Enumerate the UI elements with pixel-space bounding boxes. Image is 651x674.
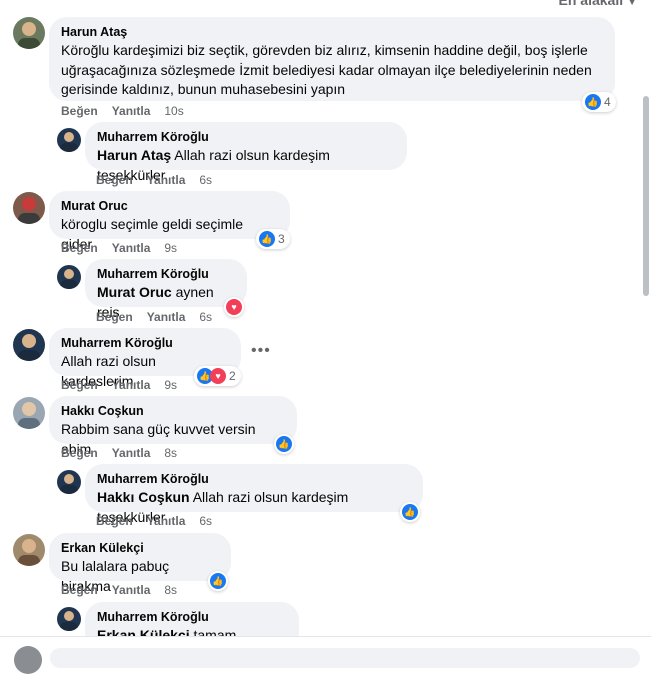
reply-bubble: Muharrem Köroğlu Harun Ataş Allah razi o… xyxy=(85,122,407,183)
like-button[interactable]: Beğen xyxy=(96,310,133,324)
comment-actions: Beğen Yanıtla 6s xyxy=(96,514,226,528)
person-icon xyxy=(60,132,78,152)
comment-author[interactable]: Erkan Külekçi xyxy=(61,541,219,555)
person-icon xyxy=(18,197,40,224)
timestamp[interactable]: 8s xyxy=(164,583,177,597)
comment-bubble: Harun Ataş Köroğlu kardeşimizi biz seçti… xyxy=(49,17,615,101)
love-reaction-icon: ♥ xyxy=(210,368,226,384)
comment-text: Köroğlu kardeşimizi biz seçtik, görevden… xyxy=(61,42,592,97)
reply-button[interactable]: Yanıtla xyxy=(112,241,151,255)
reaction-summary[interactable]: 👍 ♥ 2 xyxy=(194,366,241,386)
comment-author[interactable]: Muharrem Köroğlu xyxy=(97,130,395,144)
like-reaction-icon: 👍 xyxy=(259,231,275,247)
reply-bubble: Muharrem Köroğlu Murat Oruc aynen reis xyxy=(85,259,247,320)
mention-link[interactable]: Murat Oruc xyxy=(97,284,172,300)
comment-author[interactable]: Muharrem Köroğlu xyxy=(61,336,229,350)
comment-actions: Beğen Yanıtla 6s xyxy=(96,173,226,187)
timestamp[interactable]: 8s xyxy=(164,446,177,460)
reaction-count: 4 xyxy=(604,95,611,109)
comment-actions: Beğen Yanıtla 8s xyxy=(61,583,191,597)
like-reaction-icon: 👍 xyxy=(276,436,292,452)
reaction-summary[interactable]: 👍 3 xyxy=(256,229,290,249)
reply-button[interactable]: Yanıtla xyxy=(112,378,151,392)
mention-link[interactable]: Harun Ataş xyxy=(97,147,171,163)
reply-button[interactable]: Yanıtla xyxy=(147,514,186,528)
like-reaction-icon: 👍 xyxy=(585,94,601,110)
reply-button[interactable]: Yanıtla xyxy=(147,310,186,324)
avatar[interactable] xyxy=(13,534,45,566)
comment-bubble: Hakkı Coşkun Rabbim sana güç kuvvet vers… xyxy=(49,396,297,457)
timestamp[interactable]: 6s xyxy=(199,514,212,528)
like-button[interactable]: Beğen xyxy=(61,241,98,255)
sort-dropdown[interactable]: En alakalı ▼ xyxy=(559,0,638,8)
like-button[interactable]: Beğen xyxy=(61,583,98,597)
avatar[interactable] xyxy=(13,329,45,361)
reaction-count: 2 xyxy=(229,369,236,383)
like-button[interactable]: Beğen xyxy=(61,446,98,460)
scrollbar-thumb[interactable] xyxy=(643,96,649,296)
person-icon xyxy=(60,269,78,289)
comment-actions: Beğen Yanıtla 8s xyxy=(61,446,191,460)
comment-author[interactable]: Muharrem Köroğlu xyxy=(97,267,235,281)
comment-input[interactable] xyxy=(50,648,640,668)
reaction-summary[interactable]: 👍 xyxy=(400,502,420,522)
like-button[interactable]: Beğen xyxy=(96,173,133,187)
avatar[interactable] xyxy=(13,397,45,429)
timestamp[interactable]: 10s xyxy=(164,104,183,118)
avatar[interactable] xyxy=(57,607,81,631)
comment-bubble: Erkan Külekçi Bu lalalara pabuç birakma xyxy=(49,533,231,594)
comment-actions: Beğen Yanıtla 9s xyxy=(61,378,191,392)
timestamp[interactable]: 9s xyxy=(164,241,177,255)
timestamp[interactable]: 6s xyxy=(199,173,212,187)
comment-author[interactable]: Hakkı Coşkun xyxy=(61,404,285,418)
comment-author[interactable]: Muharrem Köroğlu xyxy=(97,610,287,624)
comment-bubble: Murat Oruc köroglu seçimle geldi seçimle… xyxy=(49,191,290,252)
reply-button[interactable]: Yanıtla xyxy=(112,446,151,460)
comment-author[interactable]: Muharrem Köroğlu xyxy=(97,472,411,486)
person-icon xyxy=(18,539,40,566)
reply-button[interactable]: Yanıtla xyxy=(147,173,186,187)
sort-label: En alakalı xyxy=(558,0,624,8)
reply-bubble: Muharrem Köroğlu Hakkı Coşkun Allah razi… xyxy=(85,464,423,525)
person-icon xyxy=(18,334,40,361)
comment-actions: Beğen Yanıtla 10s xyxy=(61,104,198,118)
reaction-summary[interactable]: ♥ xyxy=(224,297,244,317)
avatar[interactable] xyxy=(13,17,45,49)
like-button[interactable]: Beğen xyxy=(61,378,98,392)
person-icon xyxy=(60,611,78,631)
reaction-summary[interactable]: 👍 xyxy=(274,434,294,454)
reaction-summary[interactable]: 👍 xyxy=(208,571,228,591)
person-icon xyxy=(60,474,78,494)
reaction-summary[interactable]: 👍 4 xyxy=(582,92,616,112)
reply-button[interactable]: Yanıtla xyxy=(112,104,151,118)
like-button[interactable]: Beğen xyxy=(61,104,98,118)
person-icon xyxy=(18,402,40,429)
timestamp[interactable]: 9s xyxy=(164,378,177,392)
like-reaction-icon: 👍 xyxy=(402,504,418,520)
mention-link[interactable]: Hakkı Coşkun xyxy=(97,489,190,505)
love-reaction-icon: ♥ xyxy=(226,299,242,315)
avatar[interactable] xyxy=(13,192,45,224)
chevron-down-icon: ▼ xyxy=(627,0,637,8)
scrollbar[interactable] xyxy=(641,0,651,640)
timestamp[interactable]: 6s xyxy=(199,310,212,324)
like-reaction-icon: 👍 xyxy=(210,573,226,589)
avatar xyxy=(14,646,42,674)
more-options-icon[interactable]: ••• xyxy=(251,342,271,360)
reply-button[interactable]: Yanıtla xyxy=(112,583,151,597)
like-button[interactable]: Beğen xyxy=(96,514,133,528)
person-icon xyxy=(18,22,40,49)
avatar[interactable] xyxy=(57,265,81,289)
comment-author[interactable]: Murat Oruc xyxy=(61,199,278,213)
comment-actions: Beğen Yanıtla 9s xyxy=(61,241,191,255)
avatar[interactable] xyxy=(57,470,81,494)
reaction-count: 3 xyxy=(278,232,285,246)
comment-actions: Beğen Yanıtla 6s xyxy=(96,310,226,324)
comment-author[interactable]: Harun Ataş xyxy=(61,25,603,39)
avatar[interactable] xyxy=(57,128,81,152)
